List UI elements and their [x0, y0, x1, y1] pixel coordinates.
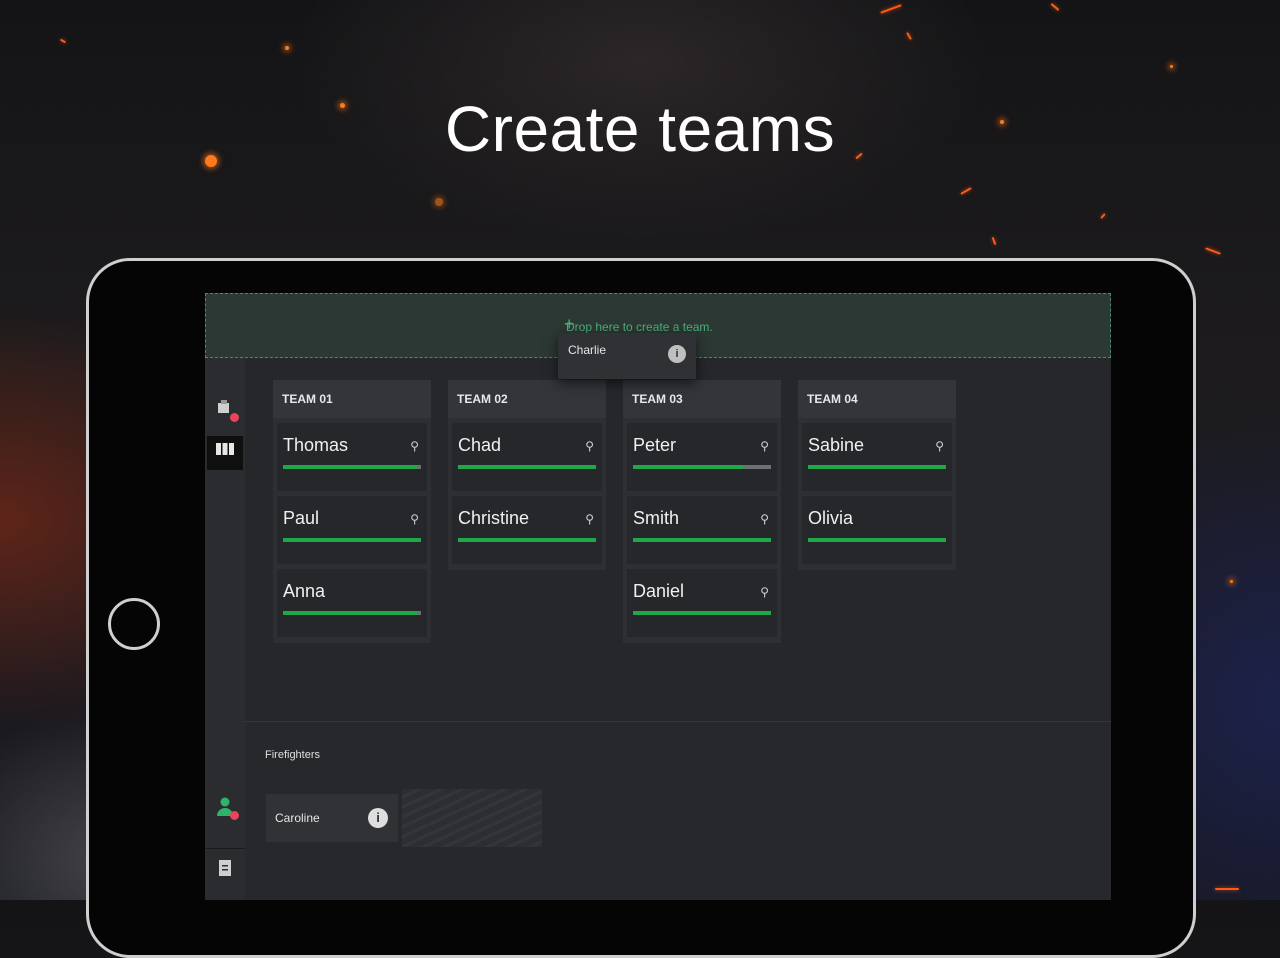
empty-slot-placeholder [402, 789, 542, 847]
member-card[interactable]: Thomas ⚲ [277, 423, 427, 491]
firefighter-card[interactable]: Caroline i [266, 794, 398, 842]
home-button [108, 598, 160, 650]
progress-track [808, 465, 946, 469]
progress-fill [283, 465, 417, 469]
dropzone-hint: Drop here to create a team. [566, 320, 713, 334]
firefighter-name: Caroline [275, 811, 320, 825]
document-icon[interactable] [213, 858, 237, 882]
progress-track [458, 465, 596, 469]
team-column[interactable]: TEAM 03 Peter ⚲ Smith ⚲ Daniel ⚲ [623, 380, 781, 643]
progress-fill [283, 538, 421, 542]
team-column[interactable]: TEAM 02 Chad ⚲ Christine ⚲ [448, 380, 606, 570]
member-name: Peter [633, 435, 677, 455]
headline: Create teams [444, 93, 836, 165]
member-name: Daniel [633, 581, 685, 601]
vehicle-icon[interactable] [213, 398, 239, 422]
team-title: TEAM 02 [448, 380, 606, 418]
progress-track [633, 465, 771, 469]
lightbulb-icon[interactable]: ⚲ [760, 585, 769, 599]
app-screen: + Drop here to create a team. TEAM 01 Tho… [205, 293, 1111, 900]
team-title: TEAM 04 [798, 380, 956, 418]
notification-badge [230, 413, 239, 422]
firefighters-section: Firefighters Caroline i [245, 722, 1111, 900]
team-title: TEAM 01 [273, 380, 431, 418]
columns-icon[interactable] [207, 436, 243, 470]
member-name: Christine [458, 508, 530, 528]
dragged-member-card[interactable]: Charlie i [558, 333, 696, 379]
sidebar-divider [205, 848, 245, 849]
member-card[interactable]: Anna [277, 569, 427, 637]
lightbulb-icon[interactable]: ⚲ [760, 512, 769, 526]
progress-track [633, 611, 771, 615]
member-card[interactable]: Peter ⚲ [627, 423, 777, 491]
progress-track [808, 538, 946, 542]
member-card[interactable]: Daniel ⚲ [627, 569, 777, 637]
team-column[interactable]: TEAM 04 Sabine ⚲ Olivia [798, 380, 956, 570]
progress-track [458, 538, 596, 542]
member-card[interactable]: Smith ⚲ [627, 496, 777, 564]
progress-track [283, 465, 421, 469]
progress-fill [283, 611, 417, 615]
member-name: Olivia [808, 508, 854, 528]
sidebar [205, 358, 245, 900]
member-card[interactable]: Sabine ⚲ [802, 423, 952, 491]
member-name: Anna [283, 581, 326, 601]
progress-fill [633, 538, 771, 542]
member-card[interactable]: Christine ⚲ [452, 496, 602, 564]
lightbulb-icon[interactable]: ⚲ [585, 439, 594, 453]
member-name: Chad [458, 435, 502, 455]
firefighters-title: Firefighters [265, 749, 321, 761]
lightbulb-icon[interactable]: ⚲ [410, 512, 419, 526]
notification-badge [230, 811, 239, 820]
progress-track [283, 611, 421, 615]
progress-fill [458, 465, 596, 469]
team-title: TEAM 03 [623, 380, 781, 418]
progress-fill [633, 611, 771, 615]
progress-fill [633, 465, 744, 469]
team-column[interactable]: TEAM 01 Thomas ⚲ Paul ⚲ Anna [273, 380, 431, 643]
person-icon[interactable] [213, 796, 239, 820]
info-icon[interactable]: i [368, 808, 388, 828]
progress-track [633, 538, 771, 542]
member-name: Thomas [283, 435, 349, 455]
lightbulb-icon[interactable]: ⚲ [935, 439, 944, 453]
lightbulb-icon[interactable]: ⚲ [760, 439, 769, 453]
progress-fill [458, 538, 596, 542]
member-name: Paul [283, 508, 320, 528]
member-card[interactable]: Paul ⚲ [277, 496, 427, 564]
teams-board: TEAM 01 Thomas ⚲ Paul ⚲ Anna TEAM 02 Chad ⚲ Chris… [245, 358, 1111, 722]
member-name: Sabine [808, 435, 865, 455]
member-card[interactable]: Olivia [802, 496, 952, 564]
lightbulb-icon[interactable]: ⚲ [410, 439, 419, 453]
progress-fill [808, 538, 945, 542]
member-name: Smith [633, 508, 680, 528]
lightbulb-icon[interactable]: ⚲ [585, 512, 594, 526]
member-card[interactable]: Chad ⚲ [452, 423, 602, 491]
dragged-member-name: Charlie [568, 343, 607, 357]
progress-fill [808, 465, 946, 469]
person-info-icon: i [668, 345, 686, 363]
progress-track [283, 538, 421, 542]
